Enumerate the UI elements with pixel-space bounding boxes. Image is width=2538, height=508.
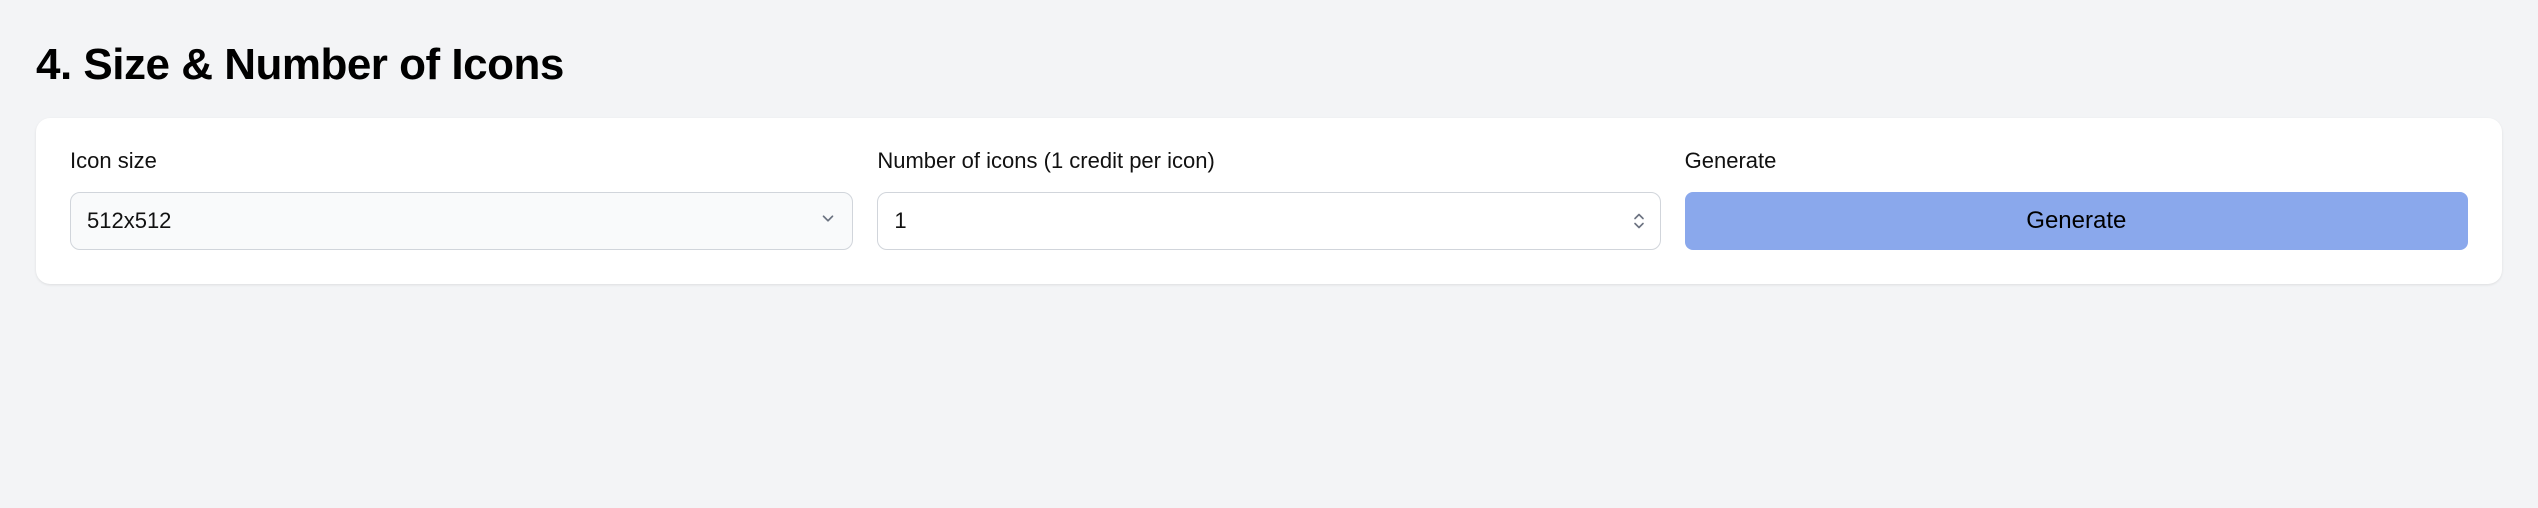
icon-size-field: Icon size 512x512 xyxy=(70,148,853,250)
generate-field: Generate Generate xyxy=(1685,148,2468,250)
icon-size-label: Icon size xyxy=(70,148,853,174)
icon-size-select-wrapper: 512x512 xyxy=(70,192,853,250)
section-title: 4. Size & Number of Icons xyxy=(36,40,2502,90)
form-card: Icon size 512x512 Number of icons (1 cre… xyxy=(36,118,2502,284)
generate-button[interactable]: Generate xyxy=(1685,192,2468,250)
number-of-icons-field: Number of icons (1 credit per icon) xyxy=(877,148,1660,250)
icon-size-value: 512x512 xyxy=(87,208,171,234)
number-of-icons-input[interactable] xyxy=(877,192,1660,250)
number-of-icons-label: Number of icons (1 credit per icon) xyxy=(877,148,1660,174)
generate-label: Generate xyxy=(1685,148,2468,174)
number-of-icons-wrapper xyxy=(877,192,1660,250)
icon-size-select[interactable]: 512x512 xyxy=(70,192,853,250)
